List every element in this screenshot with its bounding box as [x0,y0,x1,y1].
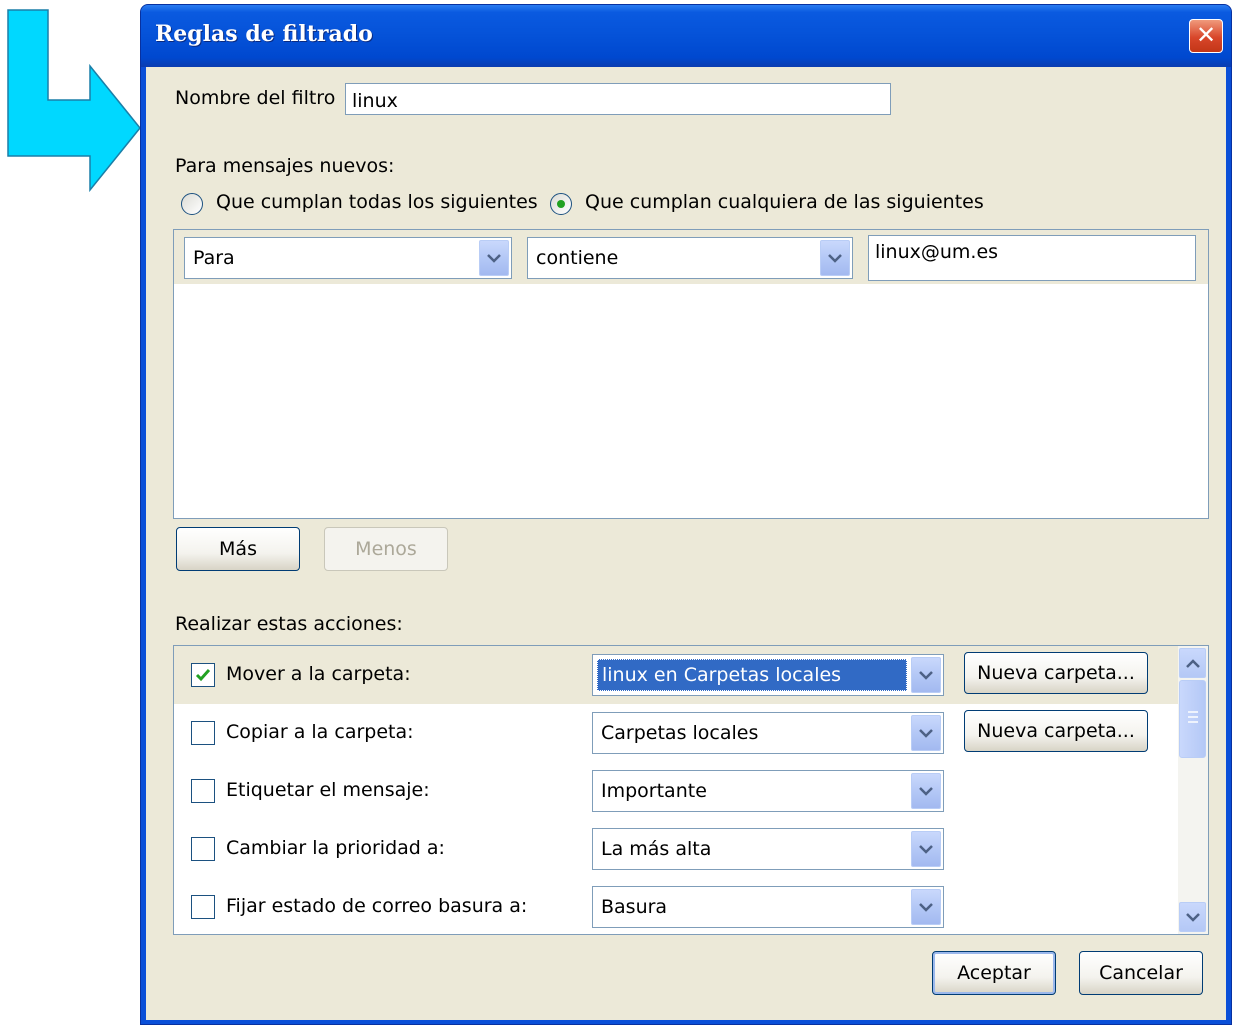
close-button[interactable]: ✕ [1189,19,1223,53]
action-label[interactable]: Mover a la carpeta: [226,663,411,685]
rule-field-value: Para [193,247,235,269]
action-target-select[interactable]: Carpetas locales [592,712,944,754]
radio-selected-dot [557,200,565,208]
new-folder-button-label: Nueva carpeta... [977,662,1135,684]
rule-operator-select[interactable]: contiene [527,237,853,279]
rule-row: Para contiene linux@um.es [174,230,1208,284]
chevron-down-icon[interactable] [911,831,941,867]
action-row: Cambiar la prioridad a: La más alta [174,820,1178,878]
match-all-label[interactable]: Que cumplan todas los siguientes [216,191,538,213]
action-target-select[interactable]: Importante [592,770,944,812]
filter-rules-dialog: Reglas de filtrado ✕ Nombre del filtro l… [140,4,1232,1025]
scroll-down-button[interactable] [1179,902,1206,932]
rule-value-input[interactable]: linux@um.es [868,235,1196,281]
ok-button[interactable]: Aceptar [932,951,1056,995]
action-label[interactable]: Copiar a la carpeta: [226,721,414,743]
actions-label: Realizar estas acciones: [175,613,403,635]
less-button[interactable]: Menos [324,527,448,571]
action-row: Fijar estado de correo basura a: Basura [174,878,1178,934]
action-target-select[interactable]: linux en Carpetas locales [592,654,944,696]
action-row: Mover a la carpeta: linux en Carpetas loc… [174,646,1178,704]
ok-button-label: Aceptar [957,962,1031,984]
more-button-label: Más [219,538,257,560]
less-button-label: Menos [355,538,417,560]
action-label[interactable]: Fijar estado de correo basura a: [226,895,527,917]
dialog-body: Nombre del filtro linux Para mensajes nu… [146,67,1226,1020]
action-row: Copiar a la carpeta: Carpetas locales Nuev… [174,704,1178,762]
action-checkbox[interactable] [191,721,215,745]
checkmark-icon [195,669,211,682]
chevron-down-icon[interactable] [479,240,509,276]
action-target-value: linux en Carpetas locales [597,659,907,691]
scroll-thumb[interactable] [1179,680,1206,758]
action-row: Etiquetar el mensaje: Importante [174,762,1178,820]
action-target-value: Importante [601,780,707,802]
action-target-value: Carpetas locales [601,722,759,744]
title-bar[interactable]: Reglas de filtrado ✕ [141,5,1231,67]
more-button[interactable]: Más [176,527,300,571]
filter-name-input[interactable]: linux [345,83,891,115]
action-target-select[interactable]: La más alta [592,828,944,870]
action-label[interactable]: Cambiar la prioridad a: [226,837,445,859]
cancel-button-label: Cancelar [1099,962,1183,984]
chevron-down-icon[interactable] [911,889,941,925]
rules-list: Para contiene linux@um.es [173,229,1209,519]
chevron-up-icon [1185,658,1200,668]
action-label[interactable]: Etiquetar el mensaje: [226,779,430,801]
actions-list: Mover a la carpeta: linux en Carpetas loc… [173,645,1209,935]
new-folder-button-label: Nueva carpeta... [977,720,1135,742]
chevron-down-icon[interactable] [820,240,850,276]
actions-scrollbar[interactable] [1178,646,1208,934]
scroll-up-button[interactable] [1179,648,1206,678]
match-all-radio[interactable] [181,193,203,215]
new-messages-label: Para mensajes nuevos: [175,155,395,177]
new-folder-button[interactable]: Nueva carpeta... [964,652,1148,694]
match-any-radio[interactable] [550,193,572,215]
action-target-value: La más alta [601,838,712,860]
action-checkbox[interactable] [191,663,215,687]
pointer-arrow-icon [7,9,141,193]
rule-field-select[interactable]: Para [184,237,512,279]
action-target-select[interactable]: Basura [592,886,944,928]
close-icon: ✕ [1195,21,1217,49]
window-title: Reglas de filtrado [155,21,373,47]
action-checkbox[interactable] [191,895,215,919]
chevron-down-icon[interactable] [911,773,941,809]
cancel-button[interactable]: Cancelar [1079,951,1203,995]
chevron-down-icon[interactable] [911,657,941,693]
rule-operator-value: contiene [536,247,619,269]
action-checkbox[interactable] [191,779,215,803]
match-any-label[interactable]: Que cumplan cualquiera de las siguientes [585,191,984,213]
action-target-value: Basura [601,896,668,918]
chevron-down-icon[interactable] [911,715,941,751]
filter-name-label: Nombre del filtro [175,87,336,109]
action-checkbox[interactable] [191,837,215,861]
new-folder-button[interactable]: Nueva carpeta... [964,710,1148,752]
chevron-down-icon [1185,912,1200,922]
